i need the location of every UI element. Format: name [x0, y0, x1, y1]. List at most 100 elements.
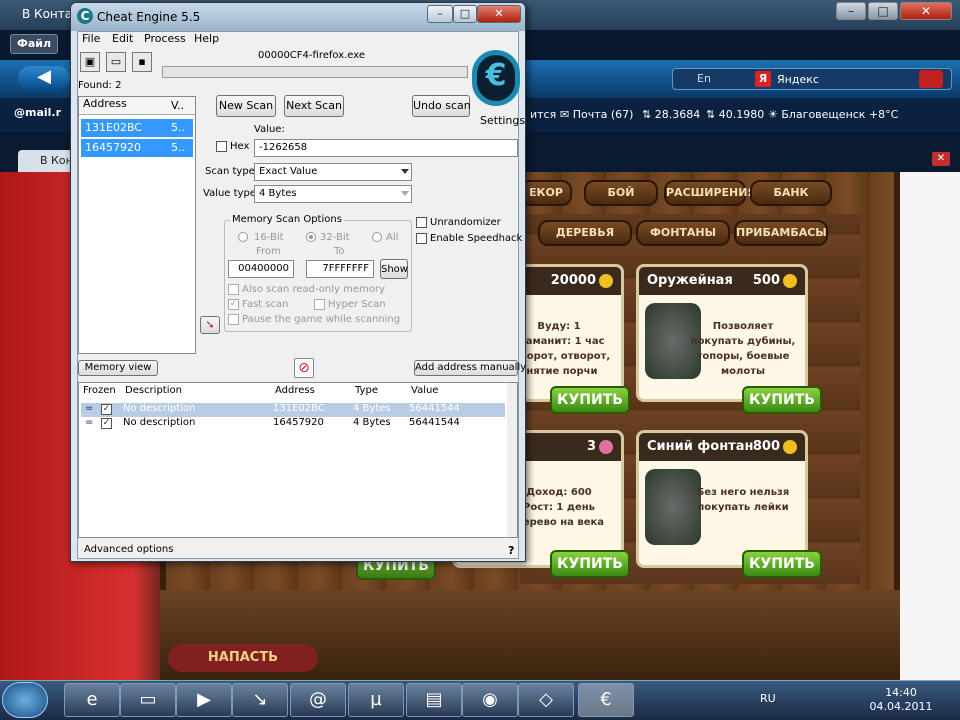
back-arrow-icon[interactable]: ◀	[18, 66, 70, 90]
frozen-cell: =	[85, 403, 94, 414]
ce-minimize-icon[interactable]: –	[427, 5, 453, 23]
address-row[interactable]: 16457920 5..	[81, 139, 193, 157]
buy-button[interactable]: КУПИТЬ	[550, 386, 630, 414]
hyper-scan-checkbox[interactable]	[314, 299, 325, 310]
card-price: 800	[753, 439, 797, 454]
buy-button[interactable]: КУПИТЬ	[550, 550, 630, 578]
table-row[interactable]: = ✓ No description 131E02BC 4 Bytes 5644…	[81, 403, 505, 417]
search-lang: En	[697, 72, 711, 85]
maximize-icon[interactable]: □	[868, 2, 898, 20]
clock[interactable]: 14:40 04.04.2011	[868, 686, 934, 714]
buy-button[interactable]: КУПИТЬ	[742, 550, 822, 578]
address-cell: 131E02BC	[85, 121, 142, 134]
active-checkbox[interactable]: ✓	[101, 418, 112, 429]
tab-trees[interactable]: ДЕРЕВЬЯ	[538, 220, 632, 246]
menu-file[interactable]: File	[82, 32, 100, 45]
buy-button[interactable]: КУПИТЬ	[742, 386, 822, 414]
search-go-icon[interactable]	[919, 70, 943, 88]
brain-icon	[599, 439, 613, 454]
app-icon[interactable]: ↘	[232, 683, 288, 717]
hex-checkbox[interactable]	[216, 141, 227, 152]
scan-value-input[interactable]: -1262658	[254, 139, 518, 157]
save-icon[interactable]: ▪	[132, 52, 152, 72]
price-value: 20000	[550, 273, 596, 288]
pause-game-checkbox[interactable]	[228, 314, 239, 325]
tab-fountains[interactable]: ФОНТАНЫ	[636, 220, 730, 246]
cheat-table[interactable]: Frozen Description Address Type Value = …	[78, 382, 518, 538]
open-file-icon[interactable]: ▭	[106, 52, 126, 72]
show-button[interactable]: Show	[380, 259, 408, 279]
price-value: 800	[752, 439, 780, 454]
cheat-engine-logo-icon[interactable]: €	[472, 50, 520, 106]
to-address-input[interactable]: 7FFFFFFF	[306, 260, 374, 278]
select-process-icon[interactable]: ▣	[80, 52, 100, 72]
found-address-list[interactable]: Address V.. 131E02BC 5.. 16457920 5..	[78, 96, 196, 354]
description-cell: No description	[123, 417, 196, 428]
found-count: Found: 2	[78, 80, 122, 91]
next-scan-button[interactable]: Next Scan	[284, 95, 344, 117]
close-icon[interactable]: ✕	[900, 2, 952, 20]
coin-icon	[783, 439, 797, 454]
table-row[interactable]: = ✓ No description 16457920 4 Bytes 5644…	[81, 417, 505, 431]
window-icon[interactable]: ◇	[518, 683, 574, 717]
add-to-list-arrow-icon[interactable]: ➘	[200, 316, 220, 334]
chevron-down-icon	[401, 191, 409, 196]
explorer-icon[interactable]: ▭	[120, 683, 176, 717]
value-type-value: 4 Bytes	[259, 188, 297, 199]
mail-link[interactable]: @mail.r	[14, 106, 61, 119]
advanced-options[interactable]: Advanced options	[84, 544, 173, 555]
radio-16bit[interactable]	[238, 232, 248, 242]
active-checkbox[interactable]: ✓	[101, 404, 112, 415]
undo-scan-button[interactable]: Undo scan	[412, 95, 471, 117]
address-row[interactable]: 131E02BC 5..	[81, 119, 193, 137]
tab-expansions[interactable]: РАСШИРЕНИЯ	[664, 180, 756, 206]
value-type-select[interactable]: 4 Bytes	[254, 185, 412, 203]
tab-gadgets[interactable]: ПРИБАМБАСЫ	[734, 220, 828, 246]
minimize-icon[interactable]: –	[836, 2, 866, 20]
price-value: 500	[752, 273, 780, 288]
settings-label[interactable]: Settings	[480, 114, 525, 127]
address-list-header: Address V..	[79, 97, 195, 115]
tab-battle[interactable]: БОЙ	[584, 180, 658, 206]
unrandomizer-checkbox[interactable]	[416, 217, 427, 228]
close-tab-icon[interactable]: ✕	[932, 152, 950, 166]
help-icon[interactable]: ?	[508, 544, 514, 557]
from-address-input[interactable]: 00400000	[228, 260, 294, 278]
scan-type-select[interactable]: Exact Value	[254, 163, 412, 181]
menu-help[interactable]: Help	[194, 32, 219, 45]
clear-list-icon[interactable]: ⊘	[294, 358, 314, 378]
bookmark-item[interactable]: ится	[530, 108, 556, 121]
language-indicator[interactable]: RU	[760, 692, 776, 705]
readonly-checkbox[interactable]	[228, 284, 239, 295]
search-box[interactable]: En Я Яндекс	[672, 68, 952, 90]
mail-count-link[interactable]: ✉ Почта (67)	[560, 108, 633, 121]
file-menu-button[interactable]: Файл	[10, 34, 58, 54]
ce-maximize-icon[interactable]: □	[453, 5, 477, 23]
tab-bank[interactable]: БАНК	[750, 180, 832, 206]
coin-icon	[783, 273, 797, 288]
media-player-icon[interactable]: ▶	[176, 683, 232, 717]
firefox-icon[interactable]: ◉	[462, 683, 518, 717]
menu-process[interactable]: Process	[144, 32, 186, 45]
notes-icon[interactable]: ▤	[406, 683, 462, 717]
start-button[interactable]	[2, 682, 48, 718]
mail-agent-icon[interactable]: @	[290, 683, 346, 717]
utorrent-icon[interactable]: µ	[348, 683, 404, 717]
attack-button[interactable]: НАПАСТЬ	[168, 644, 318, 672]
memory-view-button[interactable]: Memory view	[78, 360, 158, 376]
speedhack-checkbox[interactable]	[416, 233, 427, 244]
table-scrollbar[interactable]	[507, 383, 517, 537]
tab-decor[interactable]: ЕКОР	[520, 180, 572, 206]
fast-scan-checkbox[interactable]: ✓	[228, 299, 239, 310]
value-cell: 5..	[171, 141, 185, 154]
browser-tab[interactable]: В Кон	[18, 150, 78, 172]
cheat-engine-icon[interactable]: €	[578, 683, 634, 717]
add-address-manually-button[interactable]: Add address manually	[414, 360, 526, 376]
new-scan-button[interactable]: New Scan	[216, 95, 276, 117]
ce-close-icon[interactable]: ✕	[477, 5, 521, 23]
radio-32bit[interactable]	[306, 232, 316, 242]
ie-icon[interactable]: e	[64, 683, 120, 717]
menu-edit[interactable]: Edit	[112, 32, 133, 45]
value-cell: 56441544	[409, 403, 460, 414]
radio-all[interactable]	[372, 232, 382, 242]
